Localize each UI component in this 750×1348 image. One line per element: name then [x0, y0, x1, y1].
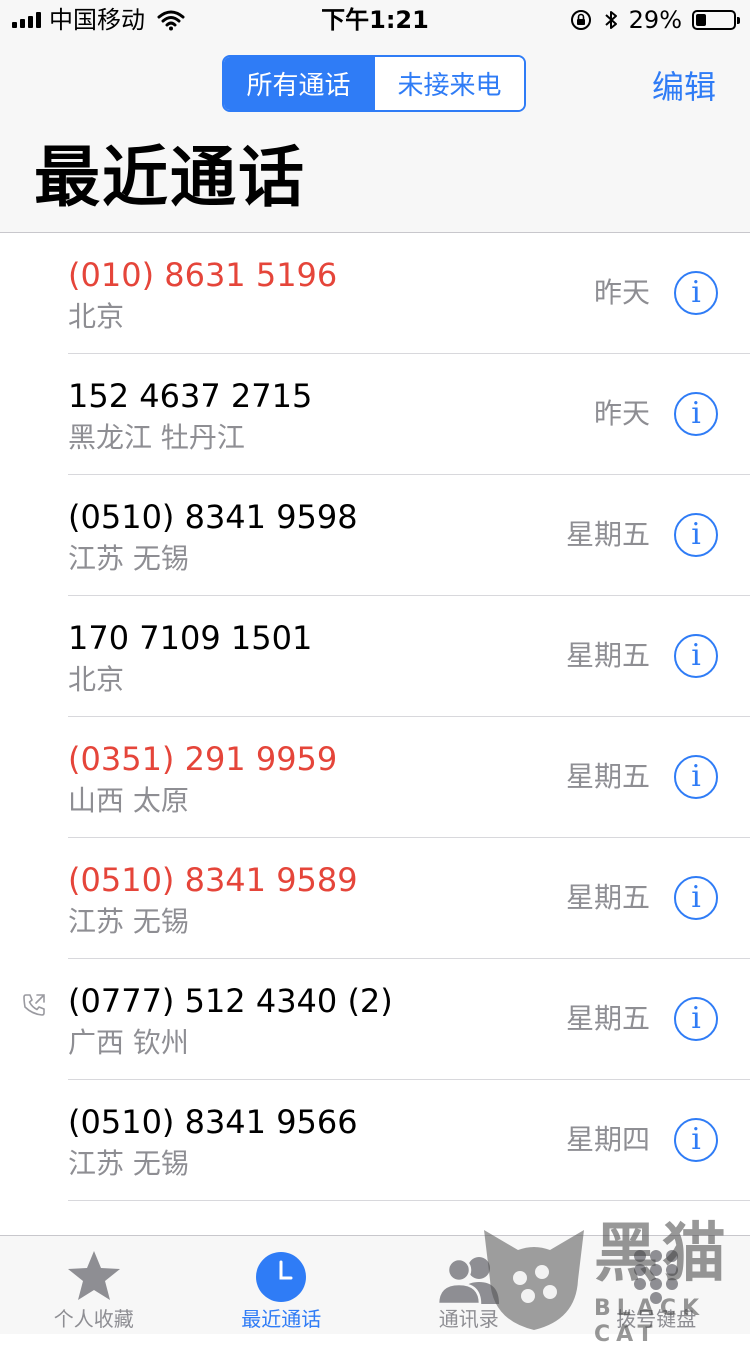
- call-location: 江苏 无锡: [68, 904, 189, 940]
- call-time: 星期五: [566, 759, 650, 795]
- tab-recents[interactable]: 最近通话: [188, 1236, 376, 1334]
- call-row[interactable]: (0351) 291 9959 山西 太原 星期五 i: [0, 717, 750, 838]
- call-row[interactable]: 152 4637 2715 黑龙江 牡丹江 昨天 i: [0, 354, 750, 475]
- call-location: 江苏 无锡: [68, 541, 189, 577]
- info-icon[interactable]: i: [674, 876, 718, 920]
- call-number: (010) 8631 5196: [68, 255, 337, 295]
- tab-keypad[interactable]: 拨号键盘: [563, 1236, 750, 1334]
- outgoing-call-icon: [20, 991, 48, 1019]
- star-icon: [65, 1246, 123, 1304]
- contacts-icon: [435, 1246, 503, 1304]
- call-number: (0510) 8341 9566: [68, 1102, 358, 1142]
- segment-all-calls[interactable]: 所有通话: [224, 57, 373, 110]
- call-number: 152 4637 2715: [68, 376, 312, 416]
- call-time: 星期四: [566, 1122, 650, 1158]
- tab-label: 最近通话: [241, 1306, 321, 1332]
- page-title: 最近通话: [34, 138, 306, 218]
- call-time: 昨天: [594, 396, 650, 432]
- battery-fill: [696, 14, 706, 26]
- tab-bar: 个人收藏 最近通话 通讯录: [0, 1235, 750, 1334]
- edit-button[interactable]: 编辑: [652, 62, 716, 108]
- tab-label: 通讯录: [439, 1306, 499, 1332]
- call-row[interactable]: (0510) 8341 9566 江苏 无锡 星期四 i: [0, 1080, 750, 1201]
- call-location: 山西 太原: [68, 783, 189, 819]
- call-number: (0510) 8341 9598: [68, 497, 358, 537]
- call-time: 星期五: [566, 1001, 650, 1037]
- segment-missed-calls[interactable]: 未接来电: [373, 57, 524, 110]
- call-location: 北京: [68, 662, 124, 698]
- call-number: 170 7109 1501: [68, 618, 312, 658]
- info-icon[interactable]: i: [674, 392, 718, 436]
- call-location: 广西 钦州: [68, 1025, 189, 1061]
- call-time: 星期五: [566, 517, 650, 553]
- info-icon[interactable]: i: [674, 755, 718, 799]
- call-number: (0510) 8341 9589: [68, 860, 358, 900]
- tab-contacts[interactable]: 通讯录: [375, 1236, 563, 1334]
- nav-bar: 所有通话 未接来电 编辑 最近通话: [0, 40, 750, 233]
- call-row[interactable]: (0777) 512 4340 (2) 广西 钦州 星期五 i: [0, 959, 750, 1080]
- info-icon[interactable]: i: [674, 997, 718, 1041]
- keypad-icon: [630, 1246, 682, 1304]
- call-location: 黑龙江 牡丹江: [68, 420, 245, 456]
- info-icon[interactable]: i: [674, 271, 718, 315]
- call-location: 江苏 无锡: [68, 1146, 189, 1182]
- call-time: 星期五: [566, 880, 650, 916]
- orientation-lock-icon: [569, 8, 593, 32]
- battery-percent: 29%: [629, 6, 682, 34]
- tab-label: 个人收藏: [54, 1306, 134, 1332]
- recent-calls-list: (010) 8631 5196 北京 昨天 i 152 4637 2715 黑龙…: [0, 233, 750, 1236]
- call-number: (0351) 291 9959: [68, 739, 337, 779]
- call-row[interactable]: 170 7109 1501 北京 星期五 i: [0, 596, 750, 717]
- bluetooth-icon: [603, 8, 619, 32]
- tab-favorites[interactable]: 个人收藏: [0, 1236, 188, 1334]
- tab-label: 拨号键盘: [616, 1306, 696, 1332]
- call-number: (0777) 512 4340 (2): [68, 981, 393, 1021]
- status-right: 29%: [569, 6, 736, 34]
- call-time: 星期五: [566, 638, 650, 674]
- call-time: 昨天: [594, 275, 650, 311]
- clock-icon: [254, 1246, 308, 1304]
- call-location: 北京: [68, 299, 124, 335]
- info-icon[interactable]: i: [674, 634, 718, 678]
- info-icon[interactable]: i: [674, 513, 718, 557]
- call-row[interactable]: (010) 8631 5196 北京 昨天 i: [0, 233, 750, 354]
- battery-icon: [692, 10, 736, 30]
- status-bar: 中国移动 下午1:21 29%: [0, 0, 750, 40]
- call-row[interactable]: (0510) 8341 9598 江苏 无锡 星期五 i: [0, 475, 750, 596]
- call-row[interactable]: (0510) 8341 9589 江苏 无锡 星期五 i: [0, 838, 750, 959]
- info-icon[interactable]: i: [674, 1118, 718, 1162]
- call-filter-segmented-control: 所有通话 未接来电: [222, 55, 526, 112]
